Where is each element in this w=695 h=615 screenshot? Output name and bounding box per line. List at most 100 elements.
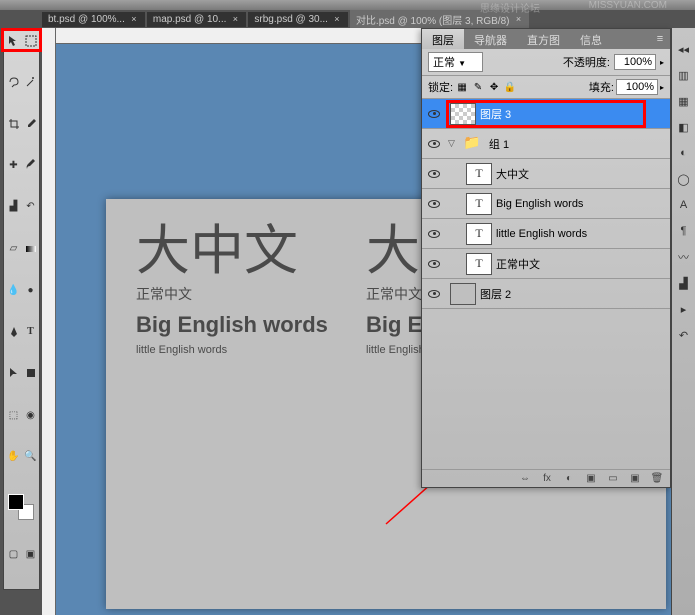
- dodge-tool[interactable]: ●: [22, 282, 39, 299]
- visibility-toggle[interactable]: [422, 290, 446, 298]
- layer-name[interactable]: 图层 3: [480, 106, 511, 122]
- hand-tool[interactable]: ✋: [5, 448, 22, 465]
- blend-mode-select[interactable]: 正常 ▼: [428, 52, 483, 72]
- clone-icon[interactable]: ▟: [675, 274, 693, 292]
- paragraph-icon[interactable]: ¶: [675, 222, 693, 240]
- close-icon[interactable]: ×: [230, 14, 240, 24]
- panel-menu-icon[interactable]: ≡: [650, 29, 670, 49]
- move-tool[interactable]: [5, 32, 22, 49]
- layer-row[interactable]: 图层 2: [422, 279, 670, 309]
- close-icon[interactable]: ×: [332, 14, 342, 24]
- quickmask-tool[interactable]: ▢: [5, 546, 22, 563]
- wand-tool[interactable]: [22, 74, 39, 91]
- zoom-tool[interactable]: 🔍: [22, 448, 39, 465]
- history-icon[interactable]: ↶: [675, 326, 693, 344]
- brush-tool[interactable]: [22, 157, 39, 174]
- link-layers-icon[interactable]: ⇔: [518, 473, 532, 484]
- shape-tool[interactable]: [22, 365, 39, 382]
- layer-name[interactable]: Big English words: [496, 198, 583, 210]
- screenmode-tool[interactable]: ▣: [22, 546, 39, 563]
- foreground-color[interactable]: [8, 494, 24, 510]
- stamp-tool[interactable]: ▟: [5, 198, 22, 215]
- heal-tool[interactable]: ✚: [5, 157, 22, 174]
- styles-icon[interactable]: ◧: [675, 118, 693, 136]
- history-brush-tool[interactable]: ↶: [22, 198, 39, 215]
- panel-tab-navigator[interactable]: 导航器: [464, 29, 517, 49]
- text-layer-thumbnail[interactable]: T: [466, 253, 492, 275]
- layer-name[interactable]: 正常中文: [496, 256, 540, 272]
- layer-thumbnail[interactable]: [450, 283, 476, 305]
- doc-tab[interactable]: srbg.psd @ 30...×: [248, 12, 348, 27]
- lock-image-icon[interactable]: ✎: [471, 80, 485, 94]
- doc-tab[interactable]: map.psd @ 10...×: [147, 12, 247, 27]
- visibility-toggle[interactable]: [422, 200, 446, 208]
- folder-icon: 📁: [459, 133, 485, 155]
- color-icon[interactable]: ▥: [675, 66, 693, 84]
- 3d-tool[interactable]: ⬚: [5, 407, 22, 424]
- panel-tab-layers[interactable]: 图层: [422, 29, 464, 49]
- text-big-en[interactable]: Big English words: [136, 312, 328, 338]
- adjustment-layer-icon[interactable]: ▣: [584, 473, 598, 484]
- text-layer-thumbnail[interactable]: T: [466, 223, 492, 245]
- text-layer-thumbnail[interactable]: T: [466, 163, 492, 185]
- panel-tab-info[interactable]: 信息: [570, 29, 612, 49]
- layer-row[interactable]: T 大中文: [422, 159, 670, 189]
- layer-name[interactable]: 图层 2: [480, 286, 511, 302]
- trash-icon[interactable]: 🗑: [650, 473, 664, 484]
- opacity-input[interactable]: 100%: [614, 54, 656, 70]
- lock-position-icon[interactable]: ✥: [487, 80, 501, 94]
- 3d-camera-tool[interactable]: ◉: [22, 407, 39, 424]
- crop-tool[interactable]: [5, 115, 22, 132]
- path-select-tool[interactable]: [5, 365, 22, 382]
- layer-row[interactable]: 图层 3: [422, 99, 670, 129]
- layer-name[interactable]: 大中文: [496, 166, 529, 182]
- visibility-toggle[interactable]: [422, 230, 446, 238]
- group-expand-icon[interactable]: ▽: [448, 138, 455, 149]
- panel-tab-histogram[interactable]: 直方图: [517, 29, 570, 49]
- chevron-down-icon[interactable]: ▸: [660, 58, 664, 67]
- lock-all-icon[interactable]: 🔒: [503, 80, 517, 94]
- eraser-tool[interactable]: ▱: [5, 240, 22, 257]
- gradient-tool[interactable]: [22, 240, 39, 257]
- fx-icon[interactable]: fx: [540, 473, 554, 484]
- lock-transparency-icon[interactable]: ▦: [455, 80, 469, 94]
- chevron-down-icon: ▼: [458, 59, 466, 68]
- close-icon[interactable]: ×: [513, 14, 523, 24]
- eyedropper-tool[interactable]: [22, 115, 39, 132]
- visibility-toggle[interactable]: [422, 170, 446, 178]
- doc-tab[interactable]: bt.psd @ 100%...×: [42, 12, 145, 27]
- character-icon[interactable]: A: [675, 196, 693, 214]
- text-normal-cn[interactable]: 正常中文: [136, 284, 328, 304]
- close-icon[interactable]: ×: [129, 14, 139, 24]
- new-layer-icon[interactable]: ▣: [628, 473, 642, 484]
- lasso-tool[interactable]: [5, 74, 22, 91]
- new-group-icon[interactable]: ▭: [606, 473, 620, 484]
- actions-icon[interactable]: ▸: [675, 300, 693, 318]
- fill-input[interactable]: 100%: [616, 79, 658, 95]
- layer-row[interactable]: T 正常中文: [422, 249, 670, 279]
- pen-tool[interactable]: [5, 323, 22, 340]
- type-tool[interactable]: T: [22, 323, 39, 340]
- layer-name[interactable]: little English words: [496, 228, 587, 240]
- layer-thumbnail[interactable]: [450, 103, 476, 125]
- adjustments-icon[interactable]: ◐: [675, 144, 693, 162]
- visibility-toggle[interactable]: [422, 260, 446, 268]
- layer-group-row[interactable]: ▽ 📁 组 1: [422, 129, 670, 159]
- text-layer-thumbnail[interactable]: T: [466, 193, 492, 215]
- masks-icon[interactable]: ◯: [675, 170, 693, 188]
- brush-icon[interactable]: 〰: [675, 248, 693, 266]
- layer-name[interactable]: 组 1: [489, 136, 509, 152]
- marquee-tool[interactable]: [22, 32, 39, 49]
- blur-tool[interactable]: 💧: [5, 282, 22, 299]
- text-big-cn[interactable]: 大中文: [136, 224, 328, 278]
- expand-icon[interactable]: ◂◂: [675, 40, 693, 58]
- layers-list: 图层 3 ▽ 📁 组 1 T 大中文 T Big English words T…: [422, 99, 670, 469]
- swatches-icon[interactable]: ▦: [675, 92, 693, 110]
- visibility-toggle[interactable]: [422, 140, 446, 148]
- text-little-en[interactable]: little English words: [136, 344, 328, 356]
- layer-row[interactable]: T little English words: [422, 219, 670, 249]
- chevron-down-icon[interactable]: ▸: [660, 83, 664, 92]
- layer-row[interactable]: T Big English words: [422, 189, 670, 219]
- layer-mask-icon[interactable]: ◐: [562, 473, 576, 484]
- visibility-toggle[interactable]: [422, 110, 446, 118]
